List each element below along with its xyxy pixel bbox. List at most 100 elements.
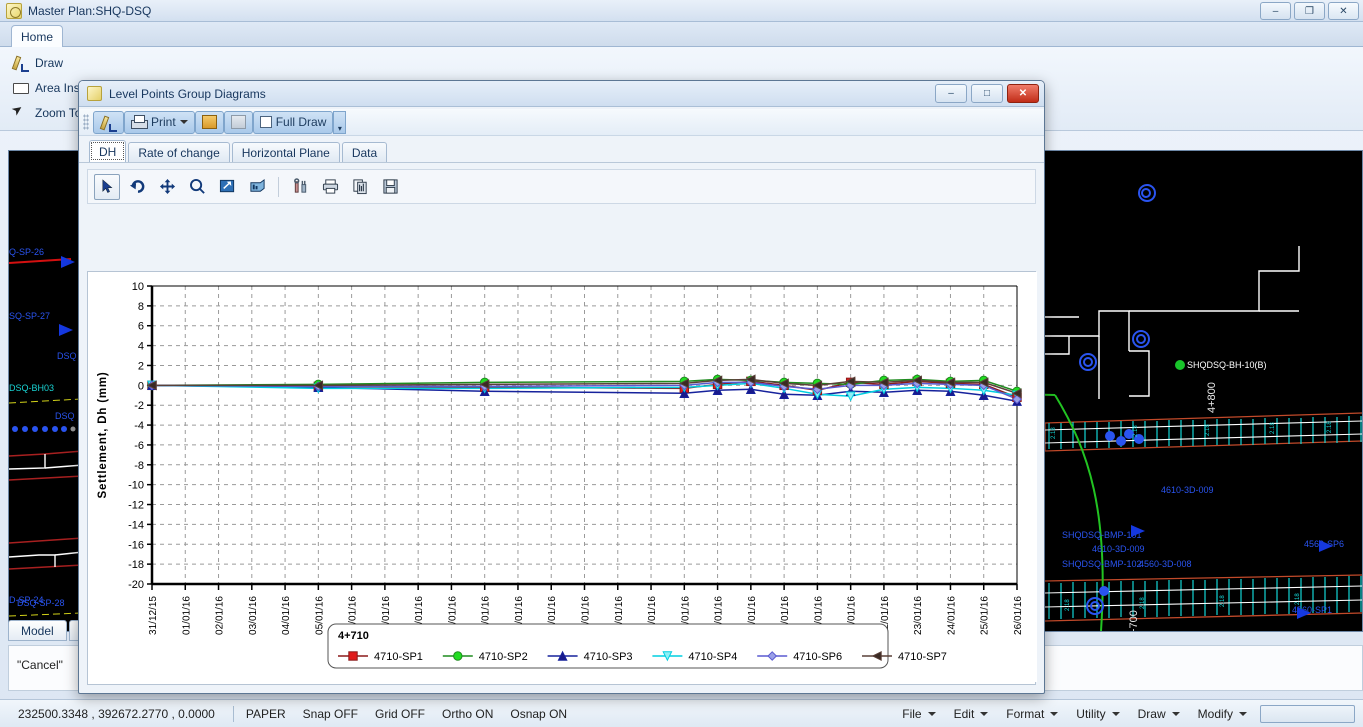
toolbar-separator bbox=[278, 176, 279, 197]
svg-text:2.18: 2.18 bbox=[1051, 427, 1057, 439]
svg-text:-2: -2 bbox=[134, 400, 144, 412]
svg-text:DSQ: DSQ bbox=[57, 351, 77, 361]
svg-text:-4: -4 bbox=[134, 420, 144, 432]
restore-button[interactable]: ❐ bbox=[1294, 2, 1325, 20]
ribbon-item-area-inst-label: Area Inst bbox=[35, 80, 84, 95]
cursor-icon bbox=[12, 104, 29, 121]
svg-text:Q-SP-26: Q-SP-26 bbox=[9, 247, 44, 257]
svg-text:10: 10 bbox=[132, 281, 144, 293]
print-icon[interactable] bbox=[317, 174, 343, 200]
toolbar-full-draw-checkbox[interactable]: Full Draw bbox=[252, 110, 334, 134]
chevron-down-icon bbox=[1239, 712, 1247, 716]
svg-text:4710-SP4: 4710-SP4 bbox=[688, 651, 737, 663]
tab-rate-of-change[interactable]: Rate of change bbox=[128, 142, 230, 162]
toolbar-full-draw-label: Full Draw bbox=[275, 115, 327, 129]
checkbox-icon[interactable] bbox=[259, 116, 272, 128]
status-menu-format-label: Format bbox=[1006, 707, 1045, 721]
toolbar-grip[interactable] bbox=[83, 114, 89, 130]
status-menu-utility-label: Utility bbox=[1076, 707, 1106, 721]
toolbar-print-button[interactable]: Print bbox=[124, 110, 195, 134]
status-item-osnap[interactable]: Osnap ON bbox=[510, 707, 567, 721]
expand-icon[interactable] bbox=[214, 174, 240, 200]
svg-text:SQ-SP-27: SQ-SP-27 bbox=[9, 311, 50, 321]
status-menu-bar: File Edit Format Utility Draw Modify bbox=[893, 704, 1355, 724]
svg-text:23/01/16: 23/01/16 bbox=[913, 596, 924, 635]
svg-text:0: 0 bbox=[138, 380, 144, 392]
dialog-title: Level Points Group Diagrams bbox=[109, 86, 266, 101]
pencil-icon bbox=[12, 54, 29, 72]
svg-text:4+700: 4+700 bbox=[1128, 610, 1140, 631]
zoom-icon[interactable] bbox=[184, 174, 210, 200]
toolbar-table-button[interactable] bbox=[194, 110, 224, 134]
svg-text:2.18: 2.18 bbox=[1270, 422, 1276, 434]
svg-text:2.18: 2.18 bbox=[1295, 593, 1301, 605]
svg-text:-20: -20 bbox=[128, 579, 144, 591]
status-menu-edit[interactable]: Edit bbox=[945, 704, 998, 724]
status-divider bbox=[232, 705, 234, 722]
dialog-icon bbox=[87, 86, 102, 101]
svg-text:25/01/16: 25/01/16 bbox=[980, 596, 991, 635]
layout-tab-model[interactable]: Model bbox=[8, 620, 67, 641]
status-item-snap[interactable]: Snap OFF bbox=[303, 707, 358, 721]
status-item-ortho[interactable]: Ortho ON bbox=[442, 707, 493, 721]
svg-text:SHQDSQ-BMP-101: SHQDSQ-BMP-101 bbox=[1062, 530, 1142, 540]
svg-text:-16: -16 bbox=[128, 539, 144, 551]
settings-icon[interactable] bbox=[287, 174, 313, 200]
status-input-box[interactable] bbox=[1260, 705, 1355, 723]
svg-text:2.18: 2.18 bbox=[1327, 421, 1333, 433]
status-bar: 232500.3348 , 392672.2770 , 0.0000 PAPER… bbox=[0, 699, 1363, 727]
tab-horizontal-plane[interactable]: Horizontal Plane bbox=[231, 142, 340, 162]
dialog-tab-strip: DH Rate of change Horizontal Plane Data bbox=[79, 140, 1044, 163]
dialog-toolbar: Print Full Draw ▾ bbox=[79, 109, 1044, 136]
undo-icon[interactable] bbox=[124, 174, 150, 200]
status-item-paper[interactable]: PAPER bbox=[246, 707, 286, 721]
chevron-down-icon[interactable] bbox=[179, 120, 188, 124]
status-menu-draw[interactable]: Draw bbox=[1129, 704, 1189, 724]
status-menu-utility[interactable]: Utility bbox=[1067, 704, 1128, 724]
svg-text:4610-3D-009: 4610-3D-009 bbox=[1161, 485, 1214, 495]
chevron-down-icon bbox=[1171, 712, 1180, 716]
tab-data[interactable]: Data bbox=[341, 142, 388, 162]
status-item-grid[interactable]: Grid OFF bbox=[375, 707, 425, 721]
svg-text:4: 4 bbox=[138, 341, 144, 353]
save-icon[interactable] bbox=[377, 174, 403, 200]
dialog-restore-button[interactable]: □ bbox=[971, 84, 1003, 103]
svg-text:03/01/16: 03/01/16 bbox=[248, 596, 259, 635]
coordinate-readout: 232500.3348 , 392672.2770 , 0.0000 bbox=[18, 706, 215, 721]
svg-text:4710-SP2: 4710-SP2 bbox=[479, 651, 528, 663]
dialog-minimize-button[interactable]: – bbox=[935, 84, 967, 103]
svg-text:4710-SP6: 4710-SP6 bbox=[793, 651, 842, 663]
svg-text:4710-SP1: 4710-SP1 bbox=[374, 651, 423, 663]
toolbar-overflow-button[interactable]: ▾ bbox=[333, 110, 347, 134]
title-bar: Master Plan:SHQ-DSQ – ❐ ✕ bbox=[0, 0, 1363, 22]
3d-view-icon[interactable] bbox=[244, 174, 270, 200]
dialog-close-button[interactable]: ✕ bbox=[1007, 84, 1039, 103]
ribbon-item-draw-label: Draw bbox=[35, 55, 64, 70]
pan-icon[interactable] bbox=[154, 174, 180, 200]
close-button[interactable]: ✕ bbox=[1328, 2, 1359, 20]
svg-text:-10: -10 bbox=[128, 480, 144, 492]
chart-pane[interactable]: 10 8 6 4 2 0 -2 -4 -6 -8 -10 -12 -14 -16 -18 -20 31/12/1… bbox=[87, 271, 1037, 685]
svg-text:4710-SP3: 4710-SP3 bbox=[584, 651, 633, 663]
status-menu-modify-label: Modify bbox=[1197, 707, 1233, 721]
toolbar-draw-button[interactable] bbox=[93, 110, 124, 134]
svg-text:4+800: 4+800 bbox=[1206, 382, 1218, 413]
pointer-icon[interactable] bbox=[94, 173, 120, 200]
svg-text:-6: -6 bbox=[134, 440, 144, 452]
tab-home[interactable]: Home bbox=[11, 25, 63, 48]
ribbon-tab-strip: Home bbox=[0, 22, 1363, 48]
toolbar-table-filter-button[interactable] bbox=[223, 110, 253, 134]
tab-dh[interactable]: DH bbox=[89, 140, 127, 162]
status-menu-draw-label: Draw bbox=[1137, 707, 1166, 721]
status-menu-format[interactable]: Format bbox=[997, 704, 1067, 724]
svg-text:2.18: 2.18 bbox=[1133, 425, 1139, 437]
chart-toolbar bbox=[87, 169, 1036, 204]
ribbon-item-draw[interactable]: Draw bbox=[8, 50, 308, 75]
copy-icon[interactable] bbox=[347, 174, 373, 200]
status-menu-file[interactable]: File bbox=[893, 704, 944, 724]
minimize-button[interactable]: – bbox=[1260, 2, 1291, 20]
svg-text:-18: -18 bbox=[128, 559, 144, 571]
svg-text:-14: -14 bbox=[128, 519, 144, 531]
app-icon bbox=[6, 2, 22, 19]
status-menu-modify[interactable]: Modify bbox=[1189, 704, 1256, 724]
